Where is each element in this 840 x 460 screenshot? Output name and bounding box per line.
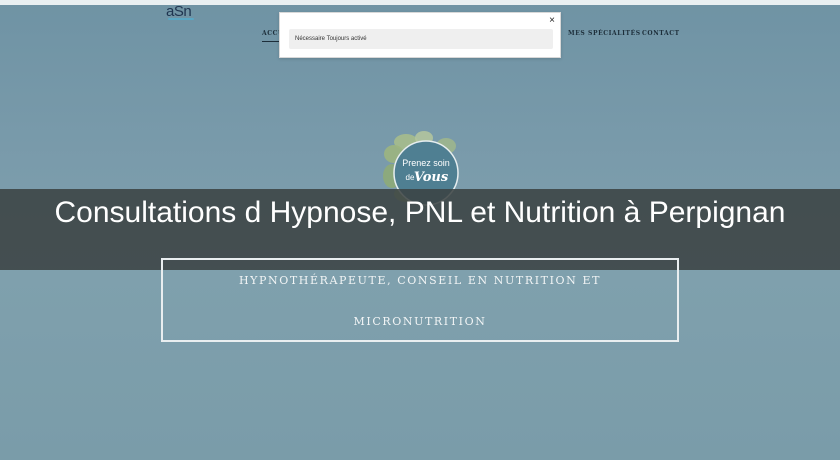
nav-item-specialites[interactable]: MES SPÉCIALITÉS <box>568 30 641 37</box>
close-icon[interactable]: × <box>549 16 555 26</box>
cookie-category-necessary[interactable]: Nécessaire Toujours activé <box>289 29 553 49</box>
tagline-line2: MICRONUTRITION <box>353 315 487 328</box>
nav-item-contact[interactable]: CONTACT <box>642 30 680 37</box>
cookie-consent-modal: × Nécessaire Toujours activé <box>279 12 561 58</box>
tagline-line1: HYPNOTHÉRAPEUTE, CONSEIL EN NUTRITION ET <box>238 274 602 287</box>
page-title: Consultations d Hypnose, PNL et Nutritio… <box>54 196 786 229</box>
logo-accent <box>168 18 194 20</box>
badge-text-vous: Vous <box>414 170 449 185</box>
badge-text-line1: Prenez soin <box>402 158 450 168</box>
tagline-frame <box>161 258 679 342</box>
top-strip <box>0 0 840 5</box>
